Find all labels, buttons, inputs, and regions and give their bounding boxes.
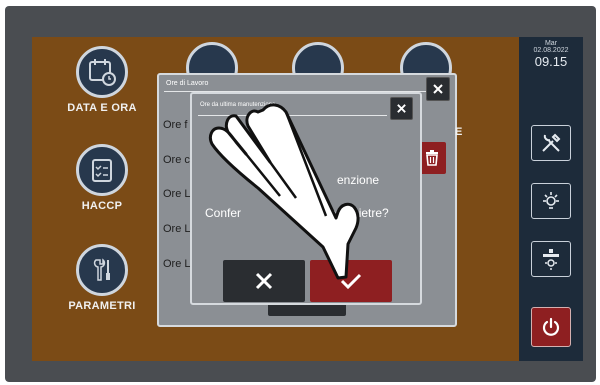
trash-icon [426,150,438,166]
hours-row: Ore L [163,258,191,270]
menu-params[interactable]: PARAMETRI [67,244,137,312]
power-icon [542,317,560,336]
x-icon [255,272,273,290]
background-label-fragment: E [455,126,463,138]
confirm-dialog-title: Ore da ultima manutenzione [200,102,276,108]
close-icon [433,84,443,94]
close-icon [397,104,406,113]
clipboard-checklist-icon [76,144,128,196]
reset-hours-button[interactable] [418,142,446,174]
power-button[interactable] [531,307,571,347]
clock-day: Mar [544,40,558,47]
confirm-message-line1: enzione [337,173,380,187]
hood-light-icon [543,249,559,270]
menu-haccp[interactable]: HACCP [67,144,137,212]
tools-button[interactable] [531,125,571,161]
confirm-button[interactable] [310,260,392,302]
work-hours-dialog-title: Ore di Lavoro [166,80,209,87]
cancel-button[interactable] [223,260,305,302]
wrench-screwdriver-icon [76,244,128,296]
menu-date-time[interactable]: DATA E ORA [67,46,137,114]
clock: Mar 02.08.2022 09.15 [519,40,583,68]
menu-haccp-label: HACCP [81,200,123,212]
calendar-clock-icon [76,46,128,98]
hours-row: Ore c [163,154,190,166]
clock-time: 09.15 [534,54,568,69]
menu-params-label: PARAMETRI [68,300,136,312]
lamp-icon [543,192,559,209]
confirm-message-line2-left: Confer [205,206,242,220]
divider [198,115,387,116]
light-button[interactable] [531,183,571,219]
status-sidebar: Mar 02.08.2022 09.15 [519,37,583,361]
menu-date-time-label: DATA E ORA [67,102,137,114]
tools-icon [542,133,561,152]
check-icon [340,273,362,290]
clock-date: 02.08.2022 [533,47,569,54]
hours-row: Ore L [163,188,191,200]
hours-row: Ore L [163,223,191,235]
work-hours-close-button[interactable] [426,77,450,101]
hours-row: Ore f [163,119,188,131]
confirm-close-button[interactable] [390,97,413,120]
confirm-message-line2-right: sotto le pietre? [310,206,389,220]
hood-light-button[interactable] [531,241,571,277]
